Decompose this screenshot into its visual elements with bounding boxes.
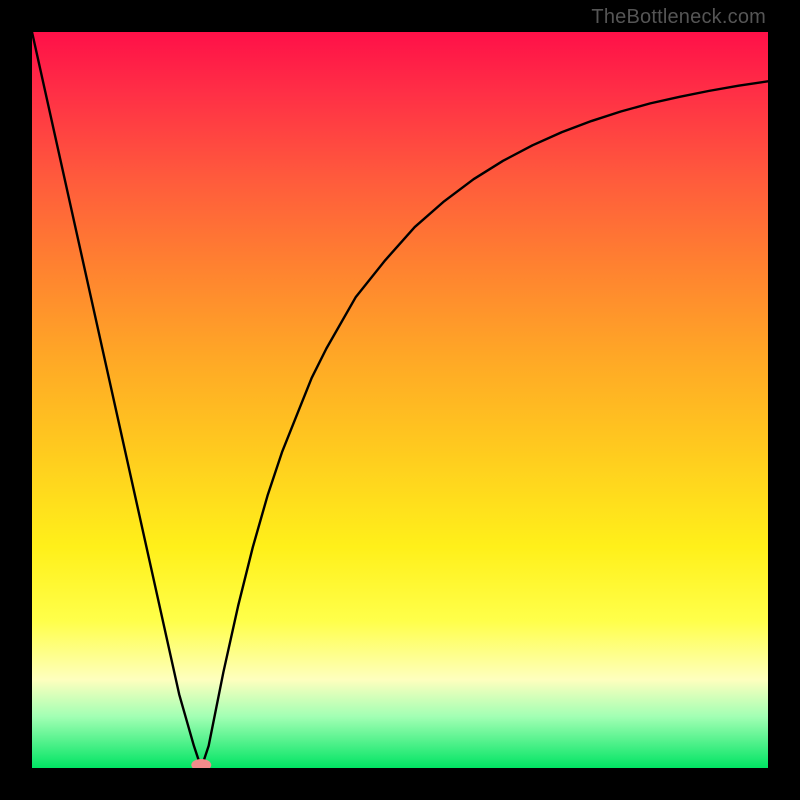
bottleneck-curve bbox=[32, 32, 768, 768]
minimum-marker bbox=[191, 759, 211, 768]
chart-container: TheBottleneck.com bbox=[0, 0, 800, 800]
attribution-text: TheBottleneck.com bbox=[591, 6, 766, 29]
plot-area bbox=[32, 32, 768, 768]
curve-overlay bbox=[32, 32, 768, 768]
